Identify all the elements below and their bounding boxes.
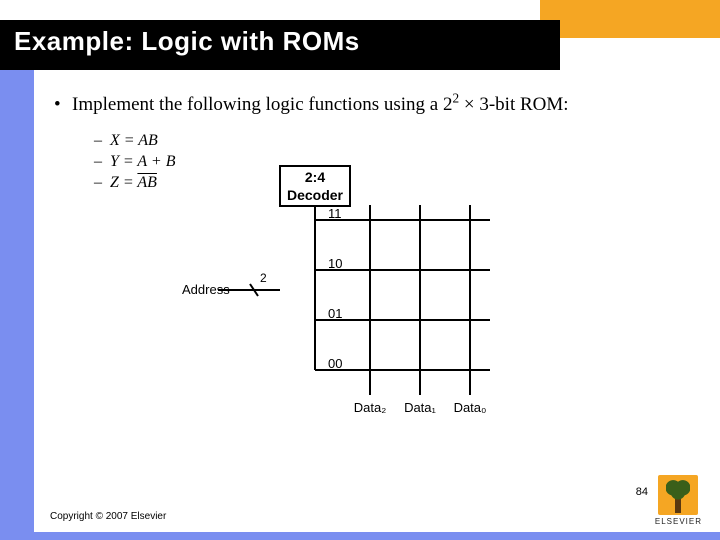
- main-bullet: Implement the following logic functions …: [54, 92, 700, 118]
- bullet-text-prefix: Implement the following logic functions …: [72, 94, 452, 115]
- output-data0: Data₀: [454, 400, 487, 415]
- decoder-label-bottom: Decoder: [287, 187, 344, 203]
- slide-title: Example: Logic with ROMs: [14, 26, 360, 57]
- output-data2: Data₂: [354, 400, 387, 415]
- rom-diagram: 2:4 Decoder 2 Address 11 10 01 00 Data₂ …: [180, 160, 540, 440]
- tree-icon: [658, 475, 698, 515]
- header-accent: [540, 0, 720, 38]
- address-label: Address: [182, 282, 230, 297]
- output-data1: Data₁: [404, 400, 436, 415]
- copyright-text: Copyright © 2007 Elsevier: [50, 511, 166, 522]
- publisher-logo: ELSEVIER: [655, 475, 702, 526]
- row-label-01: 01: [328, 306, 342, 321]
- side-stripe: [0, 70, 34, 540]
- bottom-stripe: [0, 532, 720, 540]
- row-label-00: 00: [328, 356, 342, 371]
- page-number: 84: [636, 486, 648, 498]
- row-label-11: 11: [328, 206, 342, 221]
- bullet-text-suffix: × 3-bit ROM:: [459, 94, 568, 115]
- equation-x: X = AB: [94, 132, 700, 150]
- equation-z-lhs: Z =: [110, 174, 137, 191]
- equation-z-overbar: AB: [137, 174, 157, 191]
- row-label-10: 10: [328, 256, 342, 271]
- decoder-label-top: 2:4: [305, 169, 325, 185]
- publisher-name: ELSEVIER: [655, 517, 702, 526]
- address-width: 2: [260, 271, 267, 285]
